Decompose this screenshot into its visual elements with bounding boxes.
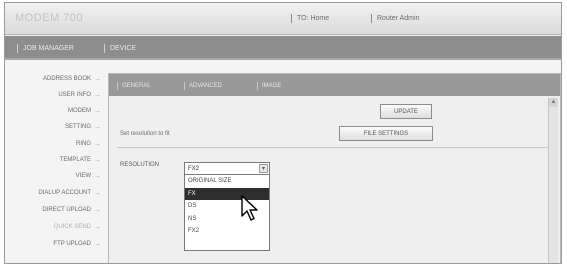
sidebar-item-dialup-account[interactable]: DIALUP ACCOUNT → (38, 187, 101, 199)
scroll-up-icon[interactable]: ▲ (549, 98, 558, 107)
tab-general[interactable]: GENERAL (117, 82, 151, 90)
sidebar-item-setting[interactable]: SETTING → (65, 121, 101, 133)
arrow-icon: → (94, 156, 101, 164)
sidebar-item-label: RING (76, 141, 91, 147)
sidebar-item-label: USER INFO (58, 92, 91, 98)
dropdown-option[interactable]: ORIGINAL SIZE (185, 175, 269, 188)
arrow-icon: → (94, 91, 101, 99)
arrow-icon: → (94, 107, 101, 115)
content-panel: GENERAL ADVANCED IMAGE UPDATE FILE SETTI… (108, 73, 561, 263)
file-settings-button[interactable]: FILE SETTINGS (339, 126, 433, 141)
arrow-icon: → (94, 172, 101, 180)
divider (117, 147, 549, 148)
sidebar-item-ring[interactable]: RING → (76, 138, 101, 150)
router-admin-link[interactable]: Router Admin (371, 14, 419, 23)
arrow-icon: → (94, 223, 101, 231)
brand-logo: MODEM 700 (15, 12, 84, 24)
sidebar-item-label: ADDRESS BOOK (42, 76, 91, 82)
resolution-selected-value: FX2 (188, 165, 200, 172)
arrow-icon: → (94, 123, 101, 131)
sidebar-item-template[interactable]: TEMPLATE → (60, 154, 101, 166)
arrow-icon: → (94, 140, 101, 148)
sidebar-item-modem[interactable]: MODEM → (68, 105, 101, 117)
tab-device[interactable]: DEVICE (104, 44, 136, 53)
sidebar-item-label: VIEW (75, 173, 91, 179)
sidebar-item-label: DIRECT UPLOAD (42, 207, 91, 213)
sidebar-item-label: DIALUP ACCOUNT (38, 190, 91, 196)
sidebar-item-ftp-upload[interactable]: FTP UPLOAD → (53, 238, 101, 250)
sidebar-item-label: QUICK SEND (53, 224, 91, 230)
main-nav: JOB MANAGER DEVICE (5, 36, 561, 60)
vertical-scrollbar[interactable]: ▲ (548, 98, 558, 263)
sidebar: ADDRESS BOOK → USER INFO → MODEM → SETTI… (5, 67, 103, 263)
sidebar-item-user-info[interactable]: USER INFO → (58, 89, 101, 101)
sidebar-item-quick-send[interactable]: QUICK SEND → (54, 221, 101, 233)
arrow-icon: → (94, 240, 101, 248)
sub-tab-bar: GENERAL ADVANCED IMAGE (109, 74, 560, 96)
section-description: Set resolution to fit (120, 131, 170, 137)
tab-job-manager[interactable]: JOB MANAGER (17, 44, 74, 53)
mouse-pointer-icon (241, 195, 258, 221)
chevron-down-icon[interactable]: ▾ (259, 164, 268, 173)
sidebar-item-address-book[interactable]: ADDRESS BOOK → (43, 73, 101, 85)
top-header: MODEM 700 TO: Home Router Admin (5, 3, 561, 35)
resolution-label: RESOLUTION (120, 162, 160, 168)
arrow-icon: → (94, 189, 101, 197)
home-link[interactable]: TO: Home (291, 14, 329, 23)
dropdown-option[interactable]: FX2 (185, 225, 269, 238)
sidebar-item-direct-upload[interactable]: DIRECT UPLOAD → (42, 204, 101, 216)
arrow-icon: → (94, 75, 101, 83)
sidebar-item-label: TEMPLATE (59, 157, 91, 163)
update-button[interactable]: UPDATE (380, 104, 432, 119)
arrow-icon: → (94, 206, 101, 214)
sidebar-item-view[interactable]: VIEW → (76, 170, 101, 182)
sidebar-item-label: SETTING (64, 124, 91, 130)
tab-image[interactable]: IMAGE (257, 82, 281, 90)
tab-advanced[interactable]: ADVANCED (184, 82, 222, 90)
app-window: MODEM 700 TO: Home Router Admin JOB MANA… (4, 2, 562, 264)
sidebar-item-label: MODEM (68, 108, 91, 114)
sidebar-item-label: FTP UPLOAD (53, 241, 91, 247)
